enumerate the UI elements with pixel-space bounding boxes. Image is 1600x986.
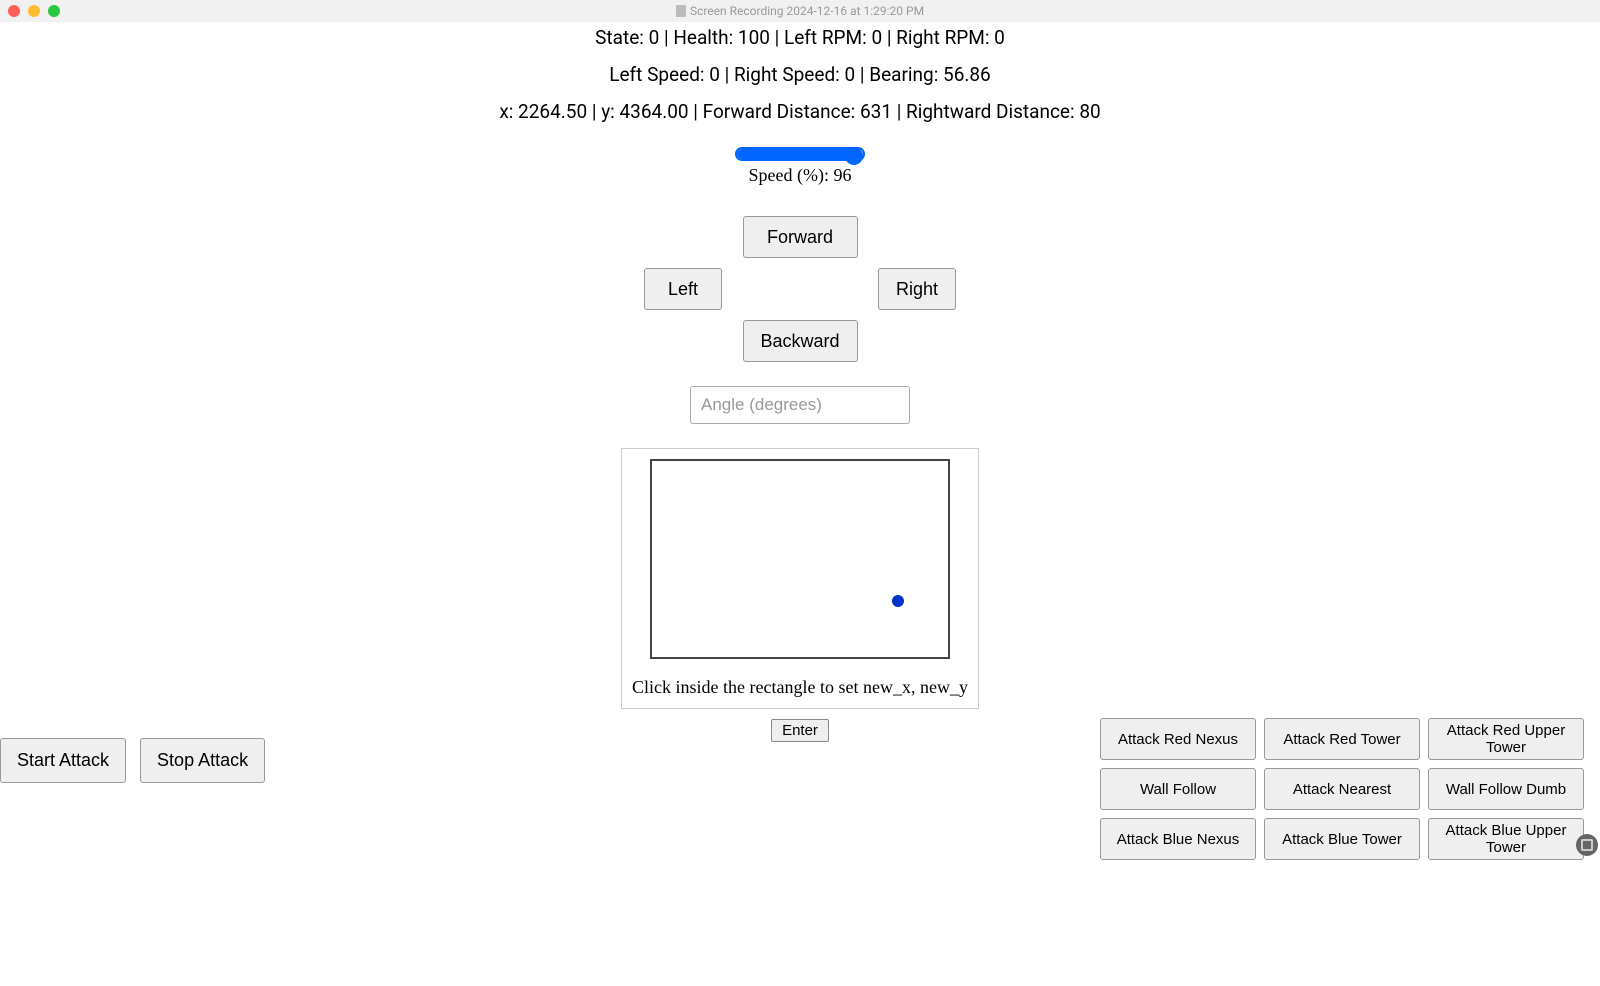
main-content: State: 0 | Health: 100 | Left RPM: 0 | R… xyxy=(0,22,1600,742)
attack-controls: Start Attack Stop Attack xyxy=(0,738,265,783)
speed-slider-thumb[interactable] xyxy=(845,147,863,165)
wall-follow-dumb-button[interactable]: Wall Follow Dumb xyxy=(1428,768,1584,810)
status-line-2: Left Speed: 0 | Right Speed: 0 | Bearing… xyxy=(609,63,990,86)
window-titlebar: Screen Recording 2024-12-16 at 1:29:20 P… xyxy=(0,0,1600,22)
map-rectangle[interactable] xyxy=(650,459,950,659)
traffic-lights xyxy=(8,5,60,17)
left-button[interactable]: Left xyxy=(644,268,722,310)
right-button[interactable]: Right xyxy=(878,268,956,310)
attack-blue-upper-tower-button[interactable]: Attack Blue Upper Tower xyxy=(1428,818,1584,860)
attack-nearest-button[interactable]: Attack Nearest xyxy=(1264,768,1420,810)
angle-input[interactable] xyxy=(690,386,910,424)
wall-follow-button[interactable]: Wall Follow xyxy=(1100,768,1256,810)
dpad-middle-row: Left Right xyxy=(644,268,956,310)
document-icon xyxy=(676,5,686,17)
minimize-window-icon[interactable] xyxy=(28,5,40,17)
window-title-text: Screen Recording 2024-12-16 at 1:29:20 P… xyxy=(690,4,924,18)
status-line-1: State: 0 | Health: 100 | Left RPM: 0 | R… xyxy=(595,26,1005,49)
map-position-dot xyxy=(892,595,904,607)
start-attack-button[interactable]: Start Attack xyxy=(0,738,126,783)
attack-red-upper-tower-button[interactable]: Attack Red Upper Tower xyxy=(1428,718,1584,760)
attack-red-tower-button[interactable]: Attack Red Tower xyxy=(1264,718,1420,760)
speed-slider[interactable] xyxy=(735,147,865,161)
speed-slider-wrapper: Speed (%): 96 xyxy=(735,147,865,186)
screenshot-indicator-icon xyxy=(1576,834,1598,856)
speed-slider-label: Speed (%): 96 xyxy=(749,165,852,186)
forward-button[interactable]: Forward xyxy=(743,216,858,258)
stop-attack-button[interactable]: Stop Attack xyxy=(140,738,265,783)
maximize-window-icon[interactable] xyxy=(48,5,60,17)
attack-blue-tower-button[interactable]: Attack Blue Tower xyxy=(1264,818,1420,860)
map-caption: Click inside the rectangle to set new_x,… xyxy=(632,677,968,698)
speed-slider-fill xyxy=(737,149,858,159)
map-container: Click inside the rectangle to set new_x,… xyxy=(621,448,979,709)
close-window-icon[interactable] xyxy=(8,5,20,17)
status-line-3: x: 2264.50 | y: 4364.00 | Forward Distan… xyxy=(499,100,1100,123)
backward-button[interactable]: Backward xyxy=(743,320,858,362)
action-button-grid: Attack Red Nexus Attack Red Tower Attack… xyxy=(1100,718,1584,860)
window-title: Screen Recording 2024-12-16 at 1:29:20 P… xyxy=(676,4,924,18)
direction-pad: Forward Left Right Backward xyxy=(644,216,956,362)
enter-button[interactable]: Enter xyxy=(771,719,829,742)
attack-blue-nexus-button[interactable]: Attack Blue Nexus xyxy=(1100,818,1256,860)
screenshot-indicator-inner xyxy=(1581,839,1593,851)
attack-red-nexus-button[interactable]: Attack Red Nexus xyxy=(1100,718,1256,760)
